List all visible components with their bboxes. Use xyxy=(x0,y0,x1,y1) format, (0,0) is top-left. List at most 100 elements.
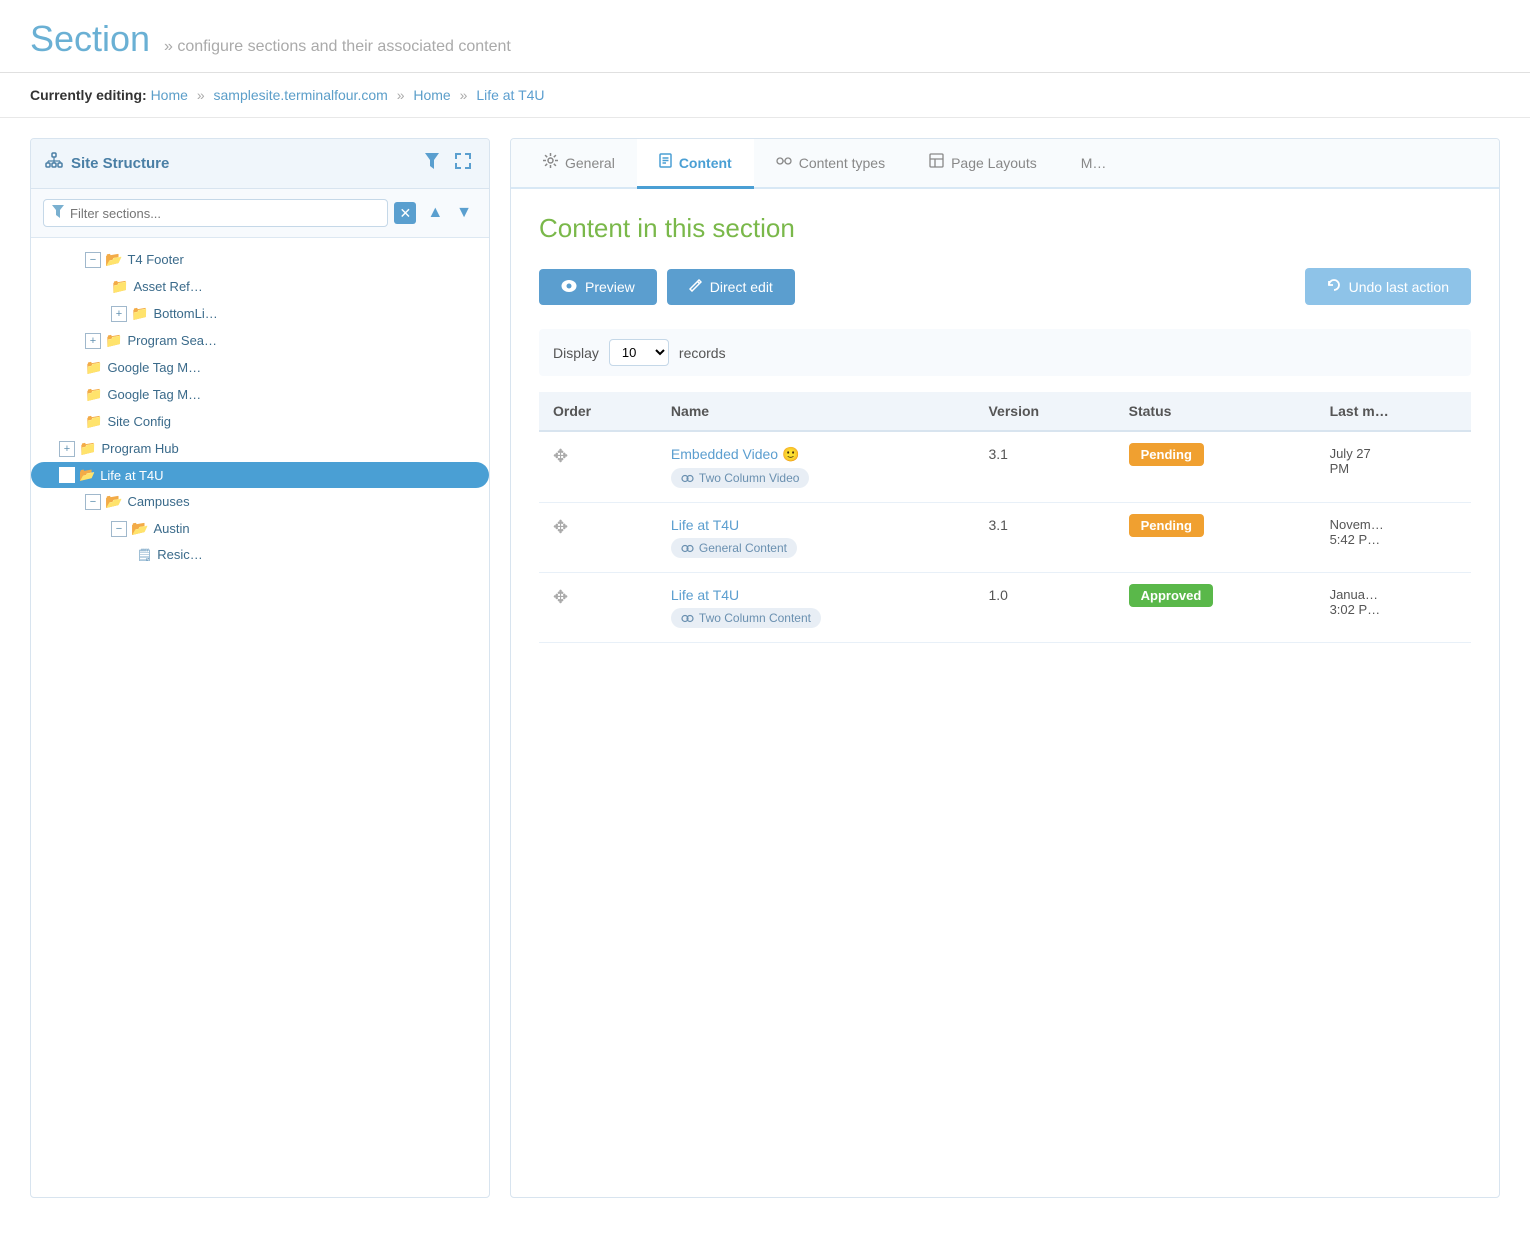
tree-item-campuses[interactable]: − 📂 Campuses xyxy=(31,488,489,515)
folder-icon: 📂 xyxy=(131,520,148,537)
page-header: Section » configure sections and their a… xyxy=(0,0,1530,73)
table-row: ✥ Life at T4U Two Column Content xyxy=(539,573,1471,643)
toggle-plus: + xyxy=(111,306,127,322)
folder-icon: 📁 xyxy=(105,332,122,349)
drag-handle[interactable]: ✥ xyxy=(553,446,568,466)
toggle-plus: + xyxy=(59,441,75,457)
table-header-row: Order Name Version Status Last m… xyxy=(539,392,1471,431)
content-section-title: Content in this section xyxy=(539,213,1471,244)
tree-container: − 📂 T4 Footer 📁 Asset Ref… + 📁 BottomLi…… xyxy=(31,238,489,575)
tree-item-programhub[interactable]: + 📁 Program Hub xyxy=(31,435,489,462)
pencil-icon xyxy=(689,279,702,295)
status-cell: Pending xyxy=(1115,503,1316,573)
tab-page-layouts-label: Page Layouts xyxy=(951,155,1037,171)
tree-item-label: Site Config xyxy=(107,414,171,429)
toggle-minus: − xyxy=(85,252,101,268)
tree-item-resic[interactable]: 🗒 Resic… xyxy=(31,542,489,567)
folder-icon: 📁 xyxy=(131,305,148,322)
breadcrumb: Currently editing: Home » samplesite.ter… xyxy=(0,73,1530,118)
display-bar: Display 10 5 20 50 100 records xyxy=(539,329,1471,376)
content-name-link[interactable]: Life at T4U xyxy=(671,587,961,603)
breadcrumb-life-t4u[interactable]: Life at T4U xyxy=(476,87,544,103)
content-name-link[interactable]: Life at T4U xyxy=(671,517,961,533)
preview-label: Preview xyxy=(585,279,635,295)
tree-item-bottomli[interactable]: + 📁 BottomLi… xyxy=(31,300,489,327)
order-cell: ✥ xyxy=(539,503,657,573)
content-icon xyxy=(659,153,672,172)
table-row: ✥ Embedded Video 🙂 Two Column Video xyxy=(539,431,1471,503)
folder-icon: 📂 xyxy=(105,493,122,510)
drag-handle[interactable]: ✥ xyxy=(553,587,568,607)
order-cell: ✥ xyxy=(539,431,657,503)
content-type-label: General Content xyxy=(699,541,787,555)
tab-general[interactable]: General xyxy=(521,139,637,189)
col-name: Name xyxy=(657,392,975,431)
tab-content-types[interactable]: Content types xyxy=(754,139,907,189)
tab-bar: General Content xyxy=(511,139,1499,189)
version-cell: 1.0 xyxy=(974,573,1114,643)
tree-item-assetref[interactable]: 📁 Asset Ref… xyxy=(31,273,489,300)
records-label: records xyxy=(679,345,726,361)
col-status: Status xyxy=(1115,392,1316,431)
undo-button[interactable]: Undo last action xyxy=(1305,268,1471,305)
nav-up-button[interactable]: ▲ xyxy=(422,202,448,224)
folder-icon: 📁 xyxy=(85,359,102,376)
toggle-minus: − xyxy=(111,521,127,537)
display-label: Display xyxy=(553,345,599,361)
toggle-plus: + xyxy=(85,333,101,349)
tree-item-siteconfig[interactable]: 📁 Site Config xyxy=(31,408,489,435)
display-records-select[interactable]: 10 5 20 50 100 xyxy=(609,339,669,366)
date-cell: Novem…5:42 P… xyxy=(1316,503,1471,573)
filter-clear-button[interactable]: ✕ xyxy=(394,202,416,224)
toggle-minus: − xyxy=(59,467,75,483)
tree-item-programsearch[interactable]: + 📁 Program Sea… xyxy=(31,327,489,354)
filter-sections-input[interactable] xyxy=(70,206,379,221)
breadcrumb-home[interactable]: Home xyxy=(151,87,188,103)
panel-header: Site Structure xyxy=(31,139,489,189)
name-cell: Life at T4U General Content xyxy=(657,503,975,573)
breadcrumb-site[interactable]: samplesite.terminalfour.com xyxy=(214,87,388,103)
folder-icon-special: 🗒 xyxy=(137,548,152,562)
breadcrumb-home2[interactable]: Home xyxy=(413,87,450,103)
status-badge: Pending xyxy=(1129,443,1204,466)
tree-item-label: T4 Footer xyxy=(127,252,183,267)
direct-edit-label: Direct edit xyxy=(710,279,773,295)
eye-icon xyxy=(561,279,577,295)
preview-button[interactable]: Preview xyxy=(539,269,657,305)
tab-page-layouts[interactable]: Page Layouts xyxy=(907,139,1059,189)
content-panel: General Content xyxy=(510,138,1500,1198)
content-name-link[interactable]: Embedded Video 🙂 xyxy=(671,446,961,463)
undo-icon xyxy=(1327,278,1341,295)
folder-icon: 📁 xyxy=(85,413,102,430)
content-type-label: Two Column Video xyxy=(699,471,800,485)
tree-item-austin[interactable]: − 📂 Austin xyxy=(31,515,489,542)
filter-toggle-button[interactable] xyxy=(421,151,443,176)
nav-down-button[interactable]: ▼ xyxy=(451,202,477,224)
tree-item-googletagm2[interactable]: 📁 Google Tag M… xyxy=(31,381,489,408)
tree-item-t4footer[interactable]: − 📂 T4 Footer xyxy=(31,246,489,273)
content-table: Order Name Version Status Last m… ✥ xyxy=(539,392,1471,643)
content-area: Content in this section Preview xyxy=(511,189,1499,667)
tab-content[interactable]: Content xyxy=(637,139,754,189)
version-cell: 3.1 xyxy=(974,431,1114,503)
tab-content-types-label: Content types xyxy=(799,155,885,171)
tree-item-label: Program Sea… xyxy=(127,333,217,348)
site-structure-panel: Site Structure xyxy=(30,138,490,1198)
col-last-modified: Last m… xyxy=(1316,392,1471,431)
date-cell: Janua…3:02 P… xyxy=(1316,573,1471,643)
tree-item-label: Asset Ref… xyxy=(133,279,202,294)
direct-edit-button[interactable]: Direct edit xyxy=(667,269,795,305)
site-structure-icon xyxy=(45,152,63,175)
tree-item-label: Program Hub xyxy=(101,441,178,456)
name-cell: Life at T4U Two Column Content xyxy=(657,573,975,643)
drag-handle[interactable]: ✥ xyxy=(553,517,568,537)
main-layout: Site Structure xyxy=(0,118,1530,1218)
expand-button[interactable] xyxy=(451,151,475,176)
content-type-badge: Two Column Content xyxy=(671,608,821,628)
tree-item-googletagm1[interactable]: 📁 Google Tag M… xyxy=(31,354,489,381)
folder-icon: 📁 xyxy=(111,278,128,295)
folder-icon-active: 📂 xyxy=(79,467,95,483)
tree-item-lifeat4u[interactable]: − 📂 Life at T4U xyxy=(31,462,489,488)
tab-more[interactable]: M… xyxy=(1059,139,1129,189)
col-order: Order xyxy=(539,392,657,431)
